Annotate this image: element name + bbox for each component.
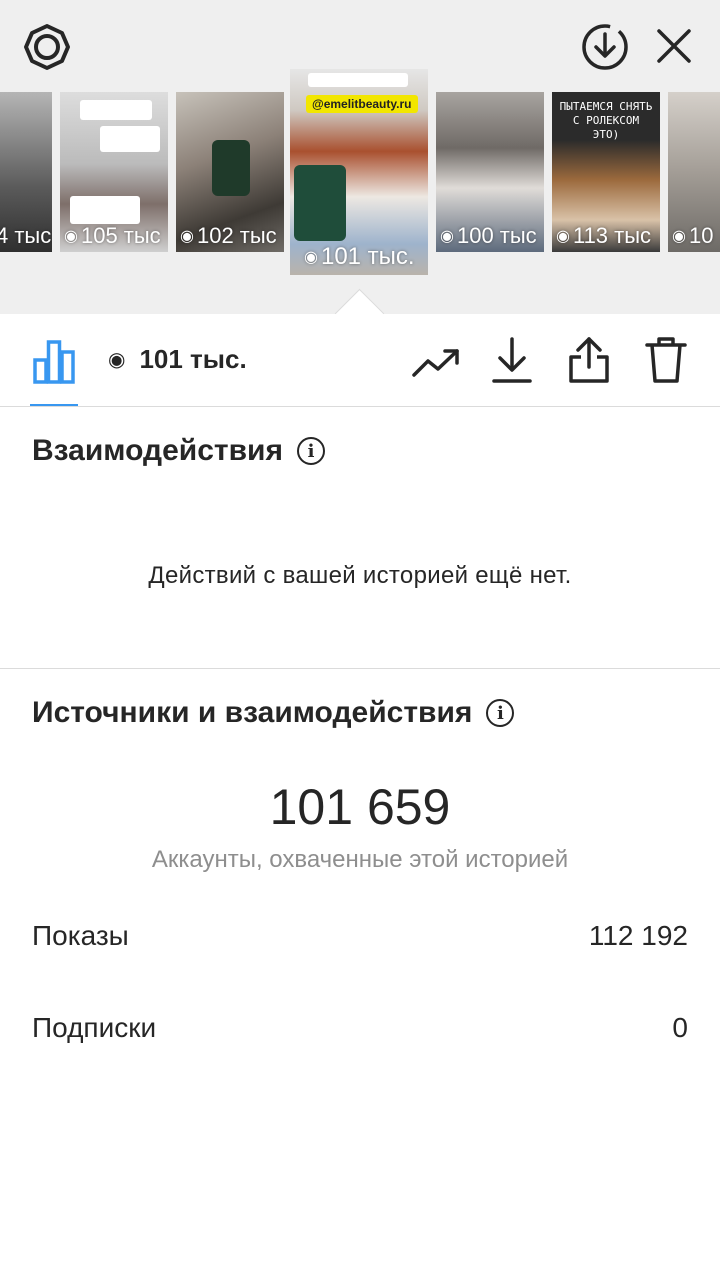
story-views: 113 тыс: [572, 223, 652, 248]
promote-button[interactable]: [408, 338, 464, 388]
story-views: 101 тыс.: [320, 243, 415, 270]
metric-row-impressions: Показы 112 192: [32, 920, 688, 952]
trend-icon: [412, 349, 459, 377]
story-views: 4 тыс: [0, 223, 52, 248]
section-divider: [0, 668, 720, 669]
story-thumbnail[interactable]: ◉ 100 тыс: [436, 92, 544, 252]
info-icon[interactable]: i: [486, 699, 515, 727]
download-button[interactable]: [486, 332, 538, 388]
views-count-label: 101 тыс.: [139, 344, 247, 374]
metric-value: 112 192: [588, 920, 688, 951]
metric-row-follows: Подписки 0: [32, 1012, 688, 1044]
metric-value: 0: [672, 1012, 688, 1043]
eye-icon: ◉: [672, 228, 686, 245]
story-mention-tag: @emelitbeauty.ru: [306, 95, 418, 113]
share-icon: [569, 337, 609, 383]
eye-icon: ◉: [108, 349, 126, 371]
info-icon[interactable]: i: [296, 437, 325, 465]
metric-label: Показы: [32, 920, 129, 951]
story-views: 10: [688, 223, 714, 248]
story-thumbnail-strip[interactable]: 4 тыс ◉ 105 тыс ◉ 102 тыс ◉ 100 тыс ПЫТАЕМС…: [0, 0, 720, 314]
story-thumbnail[interactable]: 4 тыс: [0, 92, 52, 252]
story-toolbar: ◉ 101 тыс.: [0, 314, 720, 407]
insights-tab[interactable]: [28, 334, 80, 388]
eye-icon: ◉: [64, 228, 78, 245]
trash-icon: [645, 337, 687, 383]
story-views: 105 тыс: [80, 223, 161, 248]
story-thumbnail[interactable]: ◉ 102 тыс: [176, 92, 284, 252]
eye-icon: ◉: [556, 228, 570, 245]
discovery-title: Источники и взаимодействия i: [32, 696, 515, 730]
story-thumbnail[interactable]: ПЫТАЕМСЯ СНЯТЬ С РОЛЕКСОМ ЭТО) ◉ 113 тыс: [552, 92, 660, 252]
story-thumbnail[interactable]: ◉ 10: [668, 92, 720, 252]
story-views: 102 тыс: [196, 223, 277, 248]
eye-icon: ◉: [304, 249, 318, 266]
eye-icon: ◉: [440, 228, 454, 245]
interactions-title: Взаимодействия i: [32, 434, 325, 468]
interactions-title-label: Взаимодействия: [32, 434, 283, 467]
story-thumbnail-selected[interactable]: @emelitbeauty.ru ◉ 101 тыс.: [290, 69, 428, 275]
story-thumbnail[interactable]: ◉ 105 тыс: [60, 92, 168, 252]
delete-button[interactable]: [640, 332, 692, 388]
reach-value: 101 659: [269, 779, 451, 835]
interactions-empty-state: Действий с вашей историей ещё нет.: [148, 562, 572, 589]
share-button[interactable]: [562, 332, 616, 388]
metric-label: Подписки: [32, 1012, 157, 1043]
download-icon: [492, 337, 532, 383]
insights-bar-icon: [33, 340, 75, 384]
discovery-title-label: Источники и взаимодействия: [32, 696, 473, 729]
active-tab-indicator: [30, 404, 78, 406]
story-views: 100 тыс: [456, 223, 537, 248]
story-overlay-text: ПЫТАЕМСЯ СНЯТЬ С РОЛЕКСОМ ЭТО): [559, 100, 653, 141]
eye-icon: ◉: [180, 228, 194, 245]
reach-caption: Аккаунты, охваченные этой историей: [151, 846, 569, 873]
views-count: ◉ 101 тыс.: [108, 344, 247, 375]
